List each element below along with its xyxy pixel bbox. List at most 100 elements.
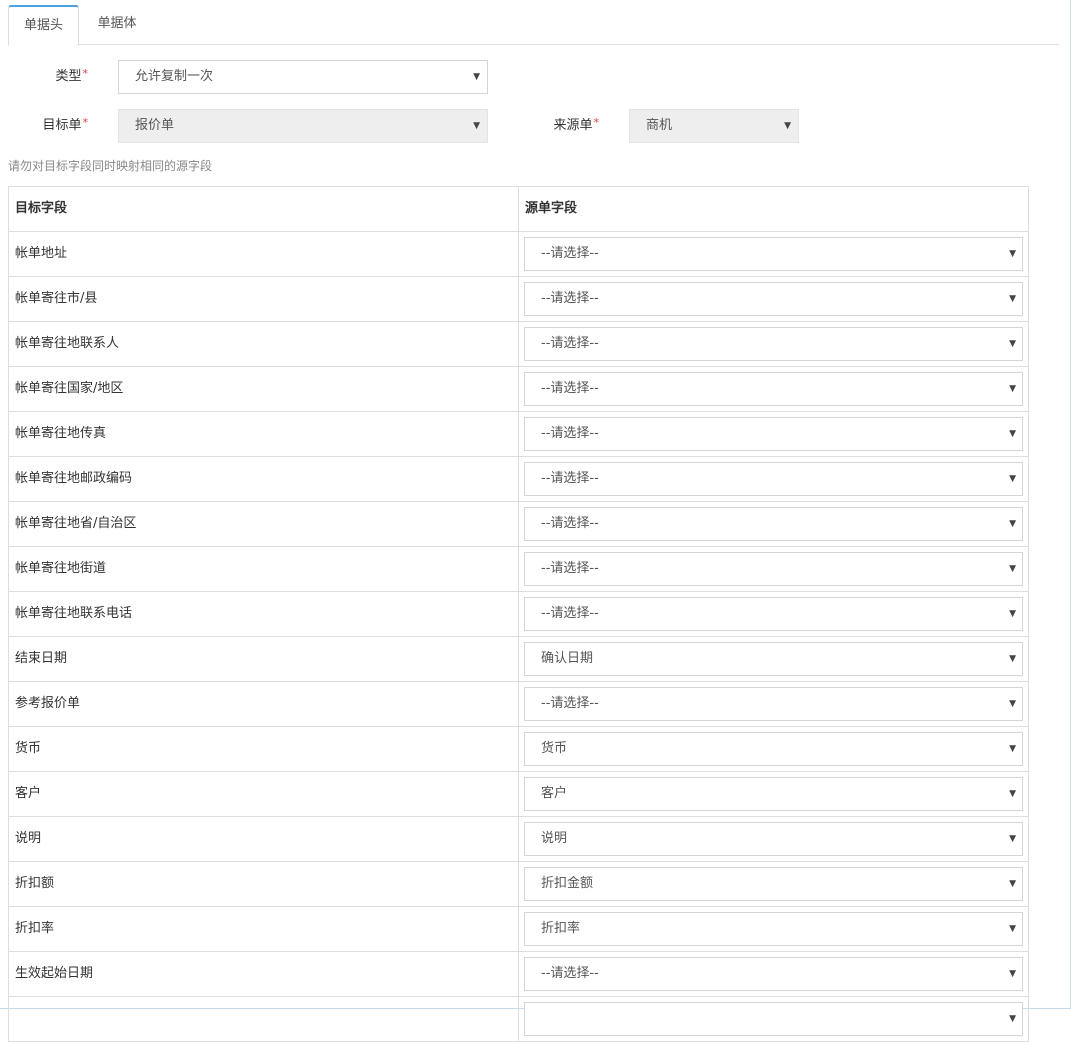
source-field-cell: --请选择-- ▼ bbox=[519, 232, 1028, 276]
chevron-down-icon: ▼ bbox=[1009, 969, 1016, 979]
source-field-select-value: --请选择-- bbox=[541, 381, 599, 396]
source-field-select[interactable]: --请选择-- ▼ bbox=[524, 462, 1023, 496]
table-row: 折扣额 折扣金额 ▼ bbox=[9, 862, 1028, 907]
source-field-select[interactable]: --请选择-- ▼ bbox=[524, 507, 1023, 541]
target-field-name: 帐单寄往国家/地区 bbox=[9, 367, 519, 411]
target-field-name: 帐单寄往地联系人 bbox=[9, 322, 519, 366]
chevron-down-icon: ▼ bbox=[1009, 429, 1016, 439]
source-field-select[interactable]: --请选择-- ▼ bbox=[524, 552, 1023, 586]
source-field-cell: --请选择-- ▼ bbox=[519, 322, 1028, 366]
source-field-select-value: --请选择-- bbox=[541, 291, 599, 306]
type-label: 类型* bbox=[55, 67, 89, 84]
target-field-name: 生效起始日期 bbox=[9, 952, 519, 996]
table-header-row: 目标字段 源单字段 bbox=[9, 187, 1028, 232]
tab-document-body[interactable]: 单据体 bbox=[84, 5, 150, 45]
table-row: 帐单寄往地街道 --请选择-- ▼ bbox=[9, 547, 1028, 592]
chevron-down-icon: ▼ bbox=[784, 121, 791, 131]
target-field-name: 帐单寄往地省/自治区 bbox=[9, 502, 519, 546]
table-row: 帐单寄往地联系人 --请选择-- ▼ bbox=[9, 322, 1028, 367]
source-field-cell: 确认日期 ▼ bbox=[519, 637, 1028, 681]
chevron-down-icon: ▼ bbox=[1009, 834, 1016, 844]
source-field-cell: --请选择-- ▼ bbox=[519, 952, 1028, 996]
table-row: 帐单地址 --请选择-- ▼ bbox=[9, 232, 1028, 277]
table-row: 生效起始日期 --请选择-- ▼ bbox=[9, 952, 1028, 997]
source-field-select[interactable]: ▼ bbox=[524, 1002, 1023, 1036]
chevron-down-icon: ▼ bbox=[1009, 339, 1016, 349]
source-field-cell: --请选择-- ▼ bbox=[519, 277, 1028, 321]
chevron-down-icon: ▼ bbox=[1009, 564, 1016, 574]
chevron-down-icon: ▼ bbox=[1009, 744, 1016, 754]
source-field-cell: ▼ bbox=[519, 997, 1028, 1041]
table-row: 帐单寄往市/县 --请选择-- ▼ bbox=[9, 277, 1028, 322]
table-row: 帐单寄往地邮政编码 --请选择-- ▼ bbox=[9, 457, 1028, 502]
target-field-name: 帐单寄往地街道 bbox=[9, 547, 519, 591]
table-row: 参考报价单 --请选择-- ▼ bbox=[9, 682, 1028, 727]
field-mapping-table: 目标字段 源单字段 帐单地址 --请选择-- ▼ 帐单寄往市/县 --请选择-- ▼ 帐单寄… bbox=[8, 186, 1029, 1042]
chevron-down-icon: ▼ bbox=[1009, 519, 1016, 529]
tab-document-header[interactable]: 单据头 bbox=[8, 5, 79, 46]
chevron-down-icon: ▼ bbox=[1009, 924, 1016, 934]
source-field-cell: 货币 ▼ bbox=[519, 727, 1028, 771]
type-select[interactable]: 允许复制一次 ▼ bbox=[118, 60, 488, 94]
source-field-select-value: --请选择-- bbox=[541, 246, 599, 261]
source-field-select[interactable]: --请选择-- ▼ bbox=[524, 417, 1023, 451]
chevron-down-icon: ▼ bbox=[1009, 1014, 1016, 1024]
source-field-select[interactable]: --请选择-- ▼ bbox=[524, 282, 1023, 316]
type-select-value: 允许复制一次 bbox=[135, 69, 214, 84]
source-field-select[interactable]: --请选择-- ▼ bbox=[524, 957, 1023, 991]
target-field-name: 说明 bbox=[9, 817, 519, 861]
source-field-cell: --请选择-- ▼ bbox=[519, 547, 1028, 591]
source-field-select[interactable]: --请选择-- ▼ bbox=[524, 372, 1023, 406]
target-field-name bbox=[9, 997, 519, 1041]
column-header-target-field: 目标字段 bbox=[9, 187, 519, 231]
source-field-select-value: 货币 bbox=[541, 741, 568, 756]
source-field-select[interactable]: --请选择-- ▼ bbox=[524, 597, 1023, 631]
target-field-name: 帐单寄往市/县 bbox=[9, 277, 519, 321]
source-field-select-value: --请选择-- bbox=[541, 516, 599, 531]
source-field-cell: --请选择-- ▼ bbox=[519, 682, 1028, 726]
chevron-down-icon: ▼ bbox=[1009, 699, 1016, 709]
source-field-select[interactable]: 确认日期 ▼ bbox=[524, 642, 1023, 676]
source-field-cell: 折扣金额 ▼ bbox=[519, 862, 1028, 906]
source-field-select[interactable]: 折扣率 ▼ bbox=[524, 912, 1023, 946]
table-row: 结束日期 确认日期 ▼ bbox=[9, 637, 1028, 682]
target-field-name: 折扣额 bbox=[9, 862, 519, 906]
target-field-name: 帐单寄往地邮政编码 bbox=[9, 457, 519, 501]
source-field-select[interactable]: 货币 ▼ bbox=[524, 732, 1023, 766]
target-field-name: 帐单寄往地联系电话 bbox=[9, 592, 519, 636]
source-field-select[interactable]: --请选择-- ▼ bbox=[524, 327, 1023, 361]
table-row: 帐单寄往地联系电话 --请选择-- ▼ bbox=[9, 592, 1028, 637]
chevron-down-icon: ▼ bbox=[1009, 654, 1016, 664]
source-field-select[interactable]: 客户 ▼ bbox=[524, 777, 1023, 811]
target-doc-label: 目标单* bbox=[42, 116, 88, 133]
tab-bar: 单据头 单据体 bbox=[8, 5, 1059, 46]
source-field-cell: --请选择-- ▼ bbox=[519, 592, 1028, 636]
table-row: 帐单寄往国家/地区 --请选择-- ▼ bbox=[9, 367, 1028, 412]
target-field-name: 帐单寄往地传真 bbox=[9, 412, 519, 456]
required-mark: * bbox=[593, 116, 600, 129]
source-field-select-value: 折扣率 bbox=[541, 921, 581, 936]
source-field-cell: --请选择-- ▼ bbox=[519, 412, 1028, 456]
table-row: 折扣率 折扣率 ▼ bbox=[9, 907, 1028, 952]
source-doc-select: 商机 ▼ bbox=[629, 109, 799, 143]
target-doc-select: 报价单 ▼ bbox=[118, 109, 488, 143]
source-field-select-value: --请选择-- bbox=[541, 471, 599, 486]
source-field-cell: 说明 ▼ bbox=[519, 817, 1028, 861]
source-field-select-value: --请选择-- bbox=[541, 606, 599, 621]
source-field-select-value: --请选择-- bbox=[541, 426, 599, 441]
target-field-name: 折扣率 bbox=[9, 907, 519, 951]
source-field-cell: 客户 ▼ bbox=[519, 772, 1028, 816]
source-field-select[interactable]: --请选择-- ▼ bbox=[524, 687, 1023, 721]
required-mark: * bbox=[82, 67, 89, 80]
chevron-down-icon: ▼ bbox=[1009, 294, 1016, 304]
source-field-select-value: --请选择-- bbox=[541, 336, 599, 351]
source-field-select[interactable]: --请选择-- ▼ bbox=[524, 237, 1023, 271]
chevron-down-icon: ▼ bbox=[1009, 789, 1016, 799]
target-field-name: 结束日期 bbox=[9, 637, 519, 681]
chevron-down-icon: ▼ bbox=[473, 121, 480, 131]
chevron-down-icon: ▼ bbox=[473, 72, 480, 82]
chevron-down-icon: ▼ bbox=[1009, 249, 1016, 259]
source-field-select[interactable]: 折扣金额 ▼ bbox=[524, 867, 1023, 901]
source-field-select[interactable]: 说明 ▼ bbox=[524, 822, 1023, 856]
target-field-name: 客户 bbox=[9, 772, 519, 816]
